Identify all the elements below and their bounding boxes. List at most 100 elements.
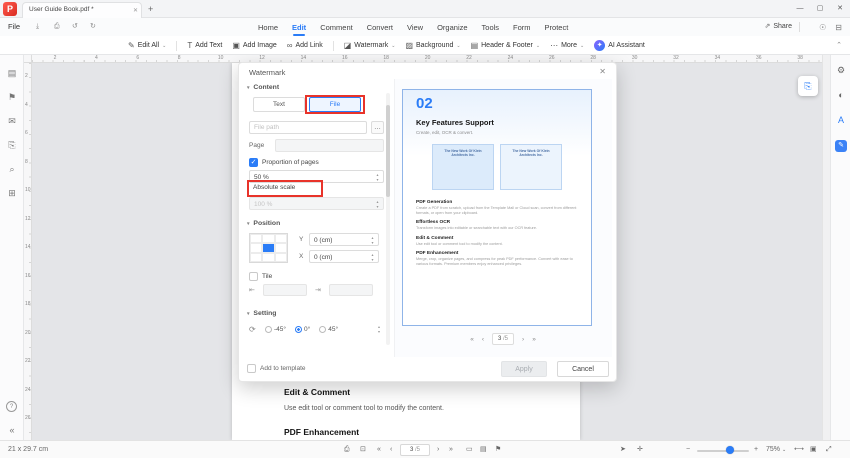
proportion-value-spinner[interactable]: 50 % ▴ ▾ [249,170,384,183]
tile-checkbox[interactable] [249,272,258,281]
tab-close-icon[interactable]: ✕ [133,4,138,18]
add-link-button[interactable]: ∞ Add Link [287,41,323,50]
dialog-close-icon[interactable]: ✕ [599,67,606,76]
preview-page-indicator[interactable]: 3 /5 [491,333,515,345]
tab-file[interactable]: File [309,97,361,112]
position-grid[interactable] [249,233,288,263]
help-icon[interactable]: ? [6,401,17,412]
setting-section-header[interactable]: ▾ Setting [247,310,276,317]
select-tool-icon[interactable]: ➤ [620,441,626,458]
search-icon[interactable]: ⌕ [0,164,24,175]
quick-action-widget[interactable]: ⎘ [798,76,818,96]
minimize-button[interactable]: — [790,0,810,18]
rotation-option-0[interactable]: 0° [295,326,310,333]
next-page-icon[interactable]: › [437,441,439,458]
zoom-in-icon[interactable]: + [754,441,758,458]
print-icon[interactable]: ⎙ [54,18,60,36]
file-path-input[interactable] [249,121,367,134]
absolute-scale-label[interactable]: Absolute scale [253,184,295,191]
menu-home[interactable]: Home [258,23,278,32]
panel-toggle-icon[interactable]: ⊟ [835,23,842,32]
new-tab-button[interactable]: + [148,0,153,18]
stamps-icon[interactable]: ⊞ [0,188,24,199]
x-input[interactable]: 0 (cm) ▴ ▾ [309,250,379,263]
prev-page-icon[interactable]: ‹ [390,441,392,458]
snapshot-icon[interactable]: ⊡ [360,441,366,458]
bookmarks-icon[interactable]: ⚑ [0,92,24,103]
menu-form[interactable]: Form [513,23,531,32]
menu-tools[interactable]: Tools [482,23,500,32]
menu-view[interactable]: View [407,23,423,32]
spin-down-icon[interactable]: ▾ [371,240,373,245]
zoom-slider-knob[interactable] [726,446,734,454]
rotation-option-45[interactable]: 45° [319,326,338,333]
ai-assistant-button[interactable]: ✦ AI Assistant [594,40,645,51]
position-cell[interactable] [250,234,263,244]
ai-sidebar-icon[interactable]: ✎ [835,140,847,152]
rotation-spinner[interactable]: ▴ ▾ [375,324,383,334]
next-page-icon[interactable]: › [522,336,524,343]
position-section-header[interactable]: ▾ Position [247,220,280,227]
add-text-button[interactable]: T Add Text [187,41,222,50]
bookmark-view-icon[interactable]: ⚑ [495,441,501,458]
maximize-button[interactable]: ▢ [810,0,830,18]
first-page-icon[interactable]: « [470,336,474,343]
spin-down-icon[interactable]: ▾ [371,257,373,262]
user-icon[interactable]: ☉ [819,23,826,32]
attachments-icon[interactable]: ⎘ [0,140,24,151]
fullscreen-icon[interactable]: ⤢ [826,441,832,458]
zoom-out-icon[interactable]: − [686,441,690,458]
properties-icon[interactable]: ⚙ [831,65,850,76]
menu-convert[interactable]: Convert [367,23,393,32]
more-button[interactable]: ⋯ More ⌄ [550,41,584,50]
rotation-option-neg45[interactable]: -45° [265,326,286,333]
content-section-header[interactable]: ▾ Content [247,84,279,91]
spinner-arrows[interactable]: ▴ ▾ [374,172,381,182]
watermark-button[interactable]: ◪ Watermark ⌄ [344,41,396,50]
zoom-level[interactable]: 75% [766,441,780,458]
y-input[interactable]: 0 (cm) ▴ ▾ [309,233,379,246]
comments-icon[interactable]: ✉ [0,116,24,127]
position-cell-selected[interactable] [262,243,275,253]
apply-button[interactable]: Apply [501,361,547,377]
first-page-icon[interactable]: « [377,441,381,458]
fit-width-icon[interactable]: ⟷ [794,441,804,458]
share-button[interactable]: ⇗ Share [764,18,792,36]
tab-text[interactable]: Text [253,97,305,112]
position-cell[interactable] [274,234,287,244]
position-cell[interactable] [274,243,287,253]
position-cell[interactable] [250,252,263,262]
position-cell[interactable] [250,243,263,253]
single-page-icon[interactable]: ▭ [466,441,473,458]
header-footer-button[interactable]: ▤ Header & Footer ⌄ [471,41,541,50]
page-number-input[interactable]: 3 /5 [400,444,430,456]
hand-tool-icon[interactable]: ✛ [637,441,643,458]
undo-icon[interactable]: ↺ [72,18,78,36]
document-tab[interactable]: User Guide Book.pdf * ✕ [22,2,142,18]
collapse-sidebar-icon[interactable]: « [0,425,24,435]
dialog-scrollbar-thumb[interactable] [386,105,390,197]
menu-file[interactable]: File [8,18,20,36]
menu-edit[interactable]: Edit [292,23,306,36]
toolbar-collapse-icon[interactable]: ⌃ [836,36,842,55]
menu-organize[interactable]: Organize [437,23,467,32]
position-cell[interactable] [262,234,275,244]
fit-page-icon[interactable]: ▣ [810,441,817,458]
save-icon[interactable]: ⤓ [36,18,39,36]
spin-down-icon[interactable]: ▾ [376,177,378,182]
add-to-template-checkbox[interactable] [247,364,256,373]
thumbnails-icon[interactable]: ▤ [0,68,24,79]
menu-protect[interactable]: Protect [545,23,569,32]
read-mode-icon[interactable]: ◐ [831,90,850,100]
edit-all-button[interactable]: ✎ Edit All ⌄ [128,41,166,50]
spin-down-icon[interactable]: ▾ [378,329,380,334]
spinner-arrows[interactable]: ▴ ▾ [369,252,376,262]
translate-icon[interactable]: A [831,115,850,125]
spinner-arrows[interactable]: ▴ ▾ [369,235,376,245]
add-image-button[interactable]: ▣ Add Image [232,41,276,50]
redo-icon[interactable]: ↻ [90,18,96,36]
last-page-icon[interactable]: » [532,336,536,343]
background-button[interactable]: ▨ Background ⌄ [405,41,460,50]
cancel-button[interactable]: Cancel [557,361,609,377]
browse-button[interactable]: … [371,121,384,134]
